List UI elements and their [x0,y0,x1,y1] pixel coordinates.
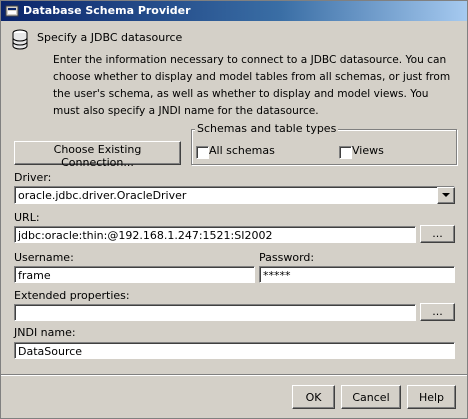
window-title: Database Schema Provider [23,4,191,17]
dropdown-arrow-icon[interactable] [437,187,455,204]
page-heading: Specify a JDBC datasource [37,31,183,44]
title-bar[interactable]: Database Schema Provider [1,1,467,21]
app-icon [5,4,19,18]
database-icon [11,29,29,51]
password-label: Password: [259,251,315,264]
username-input-value: frame [18,269,51,282]
ok-button[interactable]: OK [292,385,335,409]
help-button[interactable]: Help [407,385,456,409]
schemas-group-label: Schemas and table types [195,122,339,135]
extended-properties-input[interactable] [14,304,416,321]
views-label[interactable]: Views [352,144,384,157]
extended-properties-label: Extended properties: [14,289,130,302]
driver-select-value: oracle.jdbc.driver.OracleDriver [18,189,187,202]
url-label: URL: [14,211,40,224]
password-input-value: ***** [263,269,291,282]
footer-separator [1,374,467,376]
url-browse-button[interactable]: ... [420,225,455,243]
url-input[interactable]: jdbc:oracle:thin:@192.168.1.247:1521:SI2… [14,226,416,243]
username-input[interactable]: frame [14,266,255,283]
jndi-name-value: DataSource [18,345,83,358]
cancel-button[interactable]: Cancel [341,385,401,409]
header-panel: Specify a JDBC datasource Enter the info… [1,21,467,122]
driver-label: Driver: [14,171,52,184]
jndi-name-label: JNDI name: [14,326,76,339]
views-checkbox[interactable] [339,146,352,159]
page-description: Enter the information necessary to conne… [53,54,451,117]
choose-existing-connection-button[interactable]: Choose Existing Connection... [14,141,181,169]
dialog-window: Database Schema Provider Specify a JDBC … [0,0,468,419]
extended-properties-browse-button[interactable]: ... [420,303,455,321]
all-schemas-label[interactable]: All schemas [209,144,275,157]
username-label: Username: [14,251,74,264]
all-schemas-checkbox[interactable] [196,146,209,159]
password-input[interactable]: ***** [259,266,455,283]
url-input-value: jdbc:oracle:thin:@192.168.1.247:1521:SI2… [18,229,273,242]
jndi-name-input[interactable]: DataSource [14,342,455,359]
driver-select[interactable]: oracle.jdbc.driver.OracleDriver [14,186,455,204]
